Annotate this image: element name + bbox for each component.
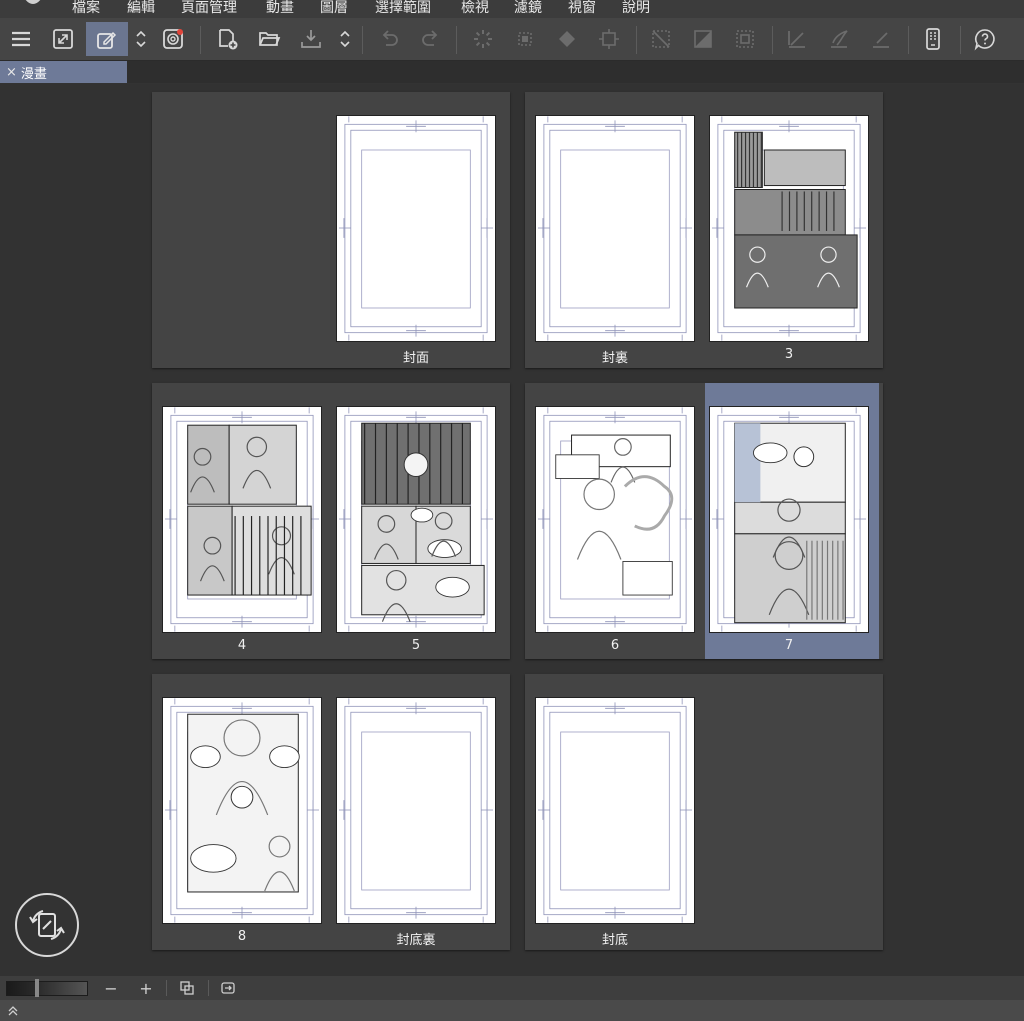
- transform-icon[interactable]: [508, 22, 542, 56]
- chevron-updown-icon[interactable]: [336, 22, 354, 56]
- device-icon[interactable]: [916, 22, 950, 56]
- tab-manga[interactable]: × 漫畫: [0, 61, 127, 83]
- add-page-icon[interactable]: [210, 22, 244, 56]
- fill-icon[interactable]: [550, 22, 584, 56]
- page-paper: [336, 406, 496, 633]
- fit-view-button[interactable]: [176, 977, 198, 999]
- zoom-out-button[interactable]: −: [100, 977, 122, 999]
- page-label: 封裏: [601, 351, 628, 366]
- ruler-icon[interactable]: [864, 22, 898, 56]
- page-paper: [162, 406, 322, 633]
- select-border-icon[interactable]: [728, 22, 762, 56]
- page-label: 8: [237, 929, 247, 944]
- page-thumbnail[interactable]: 8: [152, 674, 326, 950]
- spread: 封面: [152, 92, 510, 368]
- rotate-reset-icon: [221, 982, 235, 994]
- page-label: 封底裏: [396, 933, 436, 948]
- app-logo-icon: [25, 0, 41, 4]
- redo-icon[interactable]: [414, 22, 448, 56]
- chevron-up-icon[interactable]: [6, 1003, 20, 1017]
- menu-file[interactable]: 檔案: [72, 0, 100, 17]
- page-paper: [336, 115, 496, 342]
- spiral-icon[interactable]: [156, 22, 190, 56]
- page-paper: [709, 115, 869, 342]
- page-paper: [709, 406, 869, 633]
- page-thumbnail[interactable]: 3: [699, 92, 873, 368]
- menu-help[interactable]: 說明: [622, 0, 650, 17]
- page-paper: [336, 697, 496, 924]
- rotate-reset-button[interactable]: [217, 977, 239, 999]
- spread: 封裏 3: [525, 92, 883, 368]
- open-folder-icon[interactable]: [252, 22, 286, 56]
- brush-icon[interactable]: [822, 22, 856, 56]
- spread: 4 5: [152, 383, 510, 659]
- menu-view[interactable]: 檢視: [461, 0, 489, 17]
- bottom-bar: − +: [0, 976, 1024, 1000]
- page-management-workspace: 封面 封裏 3 4 5 6 7 8 封底裏 封底: [0, 84, 1024, 976]
- page-paper: [162, 697, 322, 924]
- status-bar: [0, 1000, 1024, 1021]
- page-label: 封底: [601, 933, 628, 948]
- spread: 封底: [525, 674, 883, 950]
- invert-selection-icon[interactable]: [686, 22, 720, 56]
- zoom-in-button[interactable]: +: [135, 977, 157, 999]
- fit-view-icon: [180, 981, 194, 995]
- page-label: 7: [784, 638, 794, 653]
- menu-filter[interactable]: 濾鏡: [514, 0, 542, 17]
- page-paper: [535, 697, 695, 924]
- page-label: 6: [610, 638, 620, 653]
- rotate-icon: [29, 910, 65, 940]
- page-thumbnail[interactable]: 封底裏: [326, 674, 500, 950]
- rotate-view-button[interactable]: [15, 893, 79, 957]
- menu-selection[interactable]: 選擇範圍: [375, 0, 431, 17]
- zoom-slider-handle[interactable]: [35, 979, 39, 997]
- export-icon[interactable]: [294, 22, 328, 56]
- fullscreen-icon[interactable]: [46, 22, 80, 56]
- page-thumbnail-selected[interactable]: 7: [705, 383, 879, 659]
- chevron-updown-icon[interactable]: [132, 22, 150, 56]
- menu-edit[interactable]: 編輯: [127, 0, 155, 17]
- loading-icon[interactable]: [466, 22, 500, 56]
- toolbar: [0, 18, 1024, 61]
- page-label: 4: [237, 638, 247, 653]
- spread: 8 封底裏: [152, 674, 510, 950]
- undo-icon[interactable]: [372, 22, 406, 56]
- tab-bar: × 漫畫: [0, 61, 1024, 83]
- page-label: 5: [411, 638, 421, 653]
- clear-selection-icon[interactable]: [644, 22, 678, 56]
- page-thumbnail[interactable]: 封底: [525, 674, 699, 950]
- menu-bar: 檔案 編輯 頁面管理 動畫 圖層 選擇範圍 檢視 濾鏡 視窗 說明: [0, 0, 1024, 18]
- page-label: 3: [784, 347, 794, 362]
- zoom-slider[interactable]: [6, 979, 88, 997]
- page-paper: [535, 115, 695, 342]
- page-thumbnail[interactable]: 6: [525, 383, 699, 659]
- page-label: 封面: [402, 351, 429, 366]
- tab-label: 漫畫: [20, 66, 47, 82]
- menu-page-management[interactable]: 頁面管理: [181, 0, 237, 17]
- help-icon[interactable]: [968, 22, 1002, 56]
- menu-animation[interactable]: 動畫: [266, 0, 294, 17]
- page-thumbnail[interactable]: 封面: [326, 92, 500, 368]
- menu-icon[interactable]: [4, 22, 38, 56]
- page-thumbnail[interactable]: 4: [152, 383, 326, 659]
- page-thumbnail[interactable]: 5: [326, 383, 500, 659]
- page-thumbnail[interactable]: 封裏: [525, 92, 699, 368]
- close-icon[interactable]: ×: [6, 66, 17, 79]
- pen-icon[interactable]: [780, 22, 814, 56]
- menu-window[interactable]: 視窗: [568, 0, 596, 17]
- spread: 6 7: [525, 383, 883, 659]
- menu-layer[interactable]: 圖層: [320, 0, 348, 17]
- crop-icon[interactable]: [592, 22, 626, 56]
- page-paper: [535, 406, 695, 633]
- edit-mode-icon[interactable]: [86, 22, 128, 56]
